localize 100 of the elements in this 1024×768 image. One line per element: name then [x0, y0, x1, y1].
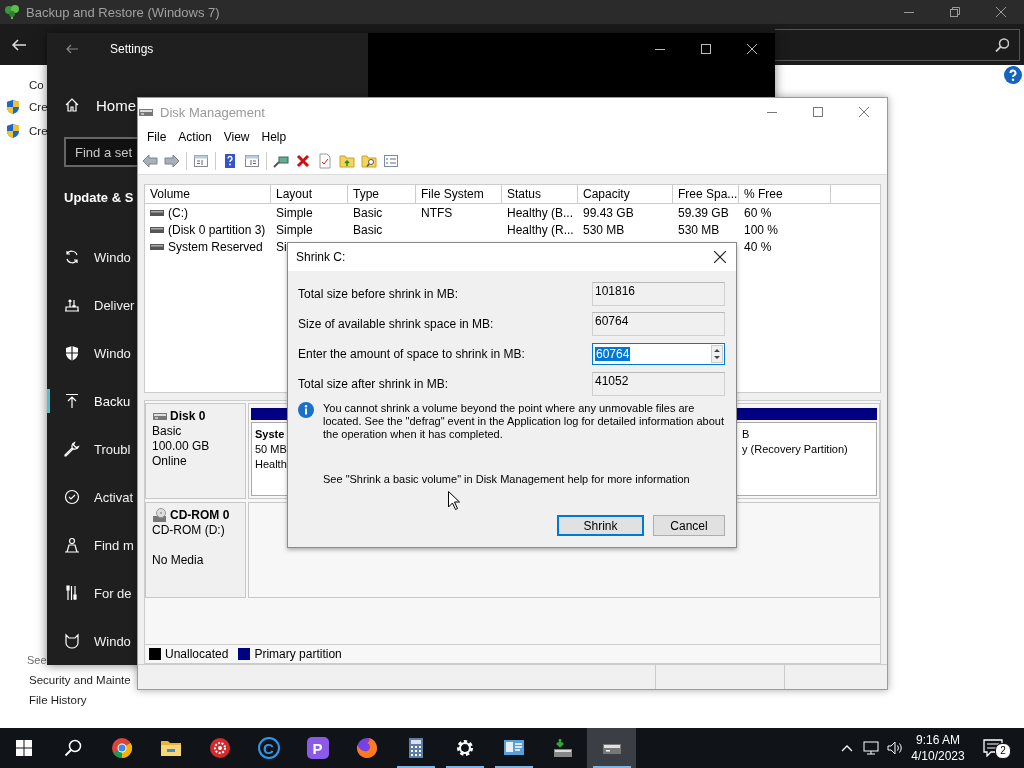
partition-status: Health [255, 457, 288, 472]
maximize-button[interactable] [701, 44, 711, 54]
spin-arrows-icon[interactable] [711, 345, 723, 363]
table-cell: 40 % [744, 239, 772, 254]
column-header[interactable]: Layout [271, 185, 348, 203]
nav-item[interactable]: Activat [94, 489, 133, 505]
nav-item[interactable]: Windo [94, 633, 131, 649]
disk-label-panel[interactable]: Disk 0 Basic 100.00 GB Online [145, 403, 246, 499]
partition-status: y (Recovery Partition) [742, 442, 849, 457]
notification-count: 2 [995, 743, 1011, 759]
taskbar-button[interactable]: C [244, 728, 293, 768]
taskbar-button[interactable]: P [293, 728, 342, 768]
back-button[interactable] [11, 37, 27, 52]
disk-info: 100.00 GB [152, 439, 211, 454]
shrink-button[interactable]: Shrink [557, 515, 644, 536]
field-label: Enter the amount of space to shrink in MB: [298, 347, 526, 361]
field-label: Total size after shrink in MB: [298, 377, 450, 391]
menu-item[interactable]: File [141, 130, 173, 144]
sidebar-heading[interactable]: Co [29, 79, 44, 91]
cable-icon[interactable] [273, 153, 289, 169]
app-icon: P [306, 737, 329, 759]
back-arrow-icon[interactable] [142, 153, 158, 169]
see-also-link[interactable]: Security and Mainte [29, 674, 131, 686]
table-cell: Healthy (R... [507, 222, 574, 237]
nav-item[interactable]: Troubl [94, 441, 131, 457]
clock[interactable]: 9:16 AM 4/10/2023 [907, 732, 969, 764]
column-header[interactable]: Status [502, 185, 578, 203]
volume-icon[interactable] [887, 741, 903, 755]
disk-status: Online [152, 454, 188, 469]
disk-info: CD-ROM (D:) [152, 523, 226, 538]
table-cell[interactable]: System Reserved [168, 239, 263, 254]
sidebar-link[interactable]: Cre [29, 101, 48, 113]
value-field: 101816 [592, 282, 725, 306]
nav-item[interactable]: Windo [94, 345, 131, 361]
nav-item[interactable]: Home [96, 96, 136, 114]
menu-item[interactable]: View [217, 130, 256, 144]
folder-search-icon[interactable] [361, 153, 377, 169]
disk-label-panel[interactable]: CD-ROM 0 CD-ROM (D:) No Media [145, 502, 246, 598]
disk-info: Basic [152, 424, 183, 439]
person-icon [64, 537, 80, 553]
search-field[interactable] [775, 28, 1020, 61]
column-header[interactable]: Volume [145, 185, 271, 203]
folder-arrow-icon[interactable] [339, 153, 355, 169]
partition-name: Syste [255, 427, 286, 442]
table-cell[interactable]: (C:) [168, 205, 188, 220]
column-header[interactable]: Type [348, 185, 416, 203]
delete-icon[interactable] [295, 153, 311, 169]
table-cell[interactable]: (Disk 0 partition 3) [168, 222, 266, 237]
sidebar-link[interactable]: Cre [29, 125, 48, 137]
list-icon[interactable] [383, 153, 399, 169]
table-cell: 59.39 GB [678, 205, 729, 220]
disk-name[interactable]: Disk 0 [170, 408, 206, 424]
chevron-up-icon[interactable] [841, 744, 853, 752]
dialog-title: Shrink C: [296, 250, 346, 264]
nav-item[interactable]: Windo [94, 249, 131, 265]
window-title: Settings [110, 41, 154, 56]
table-cell: Healthy (B... [507, 205, 574, 220]
see-also-link[interactable]: File History [29, 694, 87, 706]
cat-icon [64, 633, 80, 649]
help-note: See "Shrink a basic volume" in Disk Management help for more information [323, 473, 691, 485]
nav-item[interactable]: Backu [94, 393, 131, 409]
legend-label: Primary partition [254, 647, 342, 661]
cancel-button[interactable]: Cancel [653, 515, 725, 536]
browser-icon [355, 737, 378, 759]
checked-document-icon[interactable] [317, 153, 333, 169]
column-header[interactable]: Capacity [578, 185, 673, 203]
help-icon[interactable] [222, 153, 238, 169]
table-cell: NTFS [421, 205, 453, 220]
nav-item[interactable]: For de [94, 585, 132, 601]
restore-button[interactable] [950, 7, 960, 17]
field-label: Total size before shrink in MB: [298, 287, 460, 301]
help-icon[interactable] [1004, 66, 1022, 84]
table-cell: Simple [276, 205, 313, 220]
table-cell: Simple [276, 222, 313, 237]
search-field[interactable]: Find a set [64, 137, 137, 167]
nav-item[interactable]: Deliver [94, 297, 135, 313]
window-icon[interactable] [193, 153, 209, 169]
start-icon[interactable] [16, 740, 32, 756]
wrench-icon [64, 441, 80, 457]
table-cell: Basic [353, 222, 383, 237]
taskbar-button[interactable] [587, 728, 636, 768]
menu-item[interactable]: Help [255, 130, 293, 144]
spin-field[interactable]: 60764 [592, 343, 725, 365]
network-icon[interactable] [863, 741, 879, 755]
menu-item[interactable]: Action [172, 130, 218, 144]
disk-name[interactable]: CD-ROM 0 [170, 507, 230, 523]
window-icon[interactable] [244, 153, 260, 169]
search-icon[interactable] [63, 739, 82, 757]
check-circle-icon [64, 489, 80, 505]
column-header[interactable]: File System [416, 185, 502, 203]
field-label: Size of available shrink space in MB: [298, 317, 495, 331]
drive-icon [150, 243, 164, 250]
table-cell: Si [276, 239, 287, 254]
nav-item[interactable]: Find m [94, 537, 134, 553]
close-button[interactable] [714, 251, 726, 263]
disk-status: No Media [152, 553, 205, 568]
column-header[interactable]: Free Spa... [673, 185, 739, 203]
forward-arrow-icon[interactable] [164, 153, 180, 169]
column-header[interactable]: % Free [739, 185, 831, 203]
close-button[interactable] [747, 44, 757, 54]
